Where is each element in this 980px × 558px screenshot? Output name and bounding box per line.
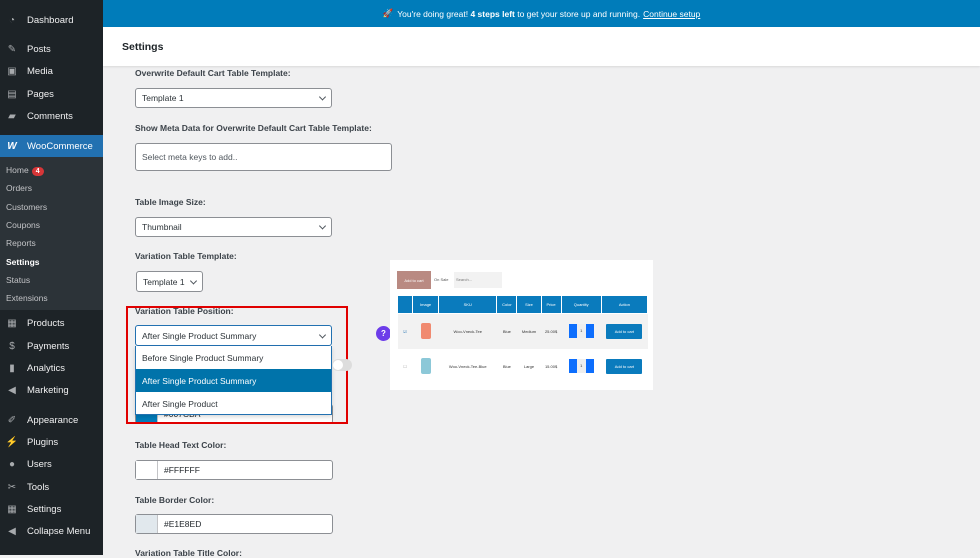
variation-template-label: Variation Table Template: — [135, 251, 237, 261]
help-icon[interactable]: ? — [376, 326, 391, 341]
sidebar-item-label: Products — [27, 317, 65, 329]
title-color-label: Variation Table Title Color: — [135, 548, 242, 558]
products-icon: ▦ — [7, 317, 17, 329]
brush-icon: ✐ — [7, 414, 17, 426]
sidebar-item-label: Media — [27, 65, 53, 77]
notification-badge: 4 — [31, 167, 44, 176]
preview-on-sale: On Sale — [434, 277, 449, 282]
submenu-item-status[interactable]: Status — [6, 275, 30, 285]
border-label: Table Border Color: — [135, 495, 215, 505]
sidebar-item-products[interactable]: ▦ Products — [0, 312, 103, 334]
submenu-item-orders[interactable]: Orders — [6, 183, 32, 193]
woo-icon: W — [7, 140, 17, 152]
sidebar-item-label: Plugins — [27, 436, 59, 448]
analytics-icon: ▮ — [9, 362, 15, 374]
setup-notice: 🚀 You're doing great! 4 steps left to ge… — [103, 0, 980, 27]
pages-icon: ▤ — [7, 88, 17, 100]
sidebar-item-marketing[interactable]: ◀ Marketing — [0, 379, 103, 401]
submenu-item-coupons[interactable]: Coupons — [6, 220, 40, 230]
border-color-field[interactable]: #E1E8ED — [135, 514, 333, 534]
meta-label: Show Meta Data for Overwrite Default Car… — [135, 123, 372, 133]
sidebar-item-plugins[interactable]: ⚡ Plugins — [0, 431, 103, 453]
page-title: Settings — [103, 27, 980, 66]
color-swatch[interactable] — [136, 461, 158, 479]
head-text-label: Table Head Text Color: — [135, 440, 227, 450]
sidebar-item-comments[interactable]: ▰ Comments — [0, 105, 103, 127]
submenu-item-extensions[interactable]: Extensions — [6, 293, 48, 303]
sidebar-item-label: Marketing — [27, 384, 69, 396]
comment-icon: ▰ — [8, 110, 16, 122]
megaphone-icon: ◀ — [8, 384, 16, 396]
admin-sidebar: ◔ Dashboard ✎ Posts ▣ Media ▤ Pages ▰ Comments W Wo… — [0, 0, 103, 555]
user-icon: ● — [8, 458, 16, 470]
sidebar-item-label: Settings — [27, 503, 62, 515]
payments-icon: $ — [9, 340, 15, 352]
sidebar-item-payments[interactable]: $ Payments — [0, 335, 103, 357]
continue-setup-link[interactable]: Continue setup — [643, 9, 700, 19]
collapse-icon: ◀ — [8, 525, 16, 537]
chevron-down-icon — [189, 276, 198, 285]
preview-row: ☐ Woo-Vneck-Tee-Blue Blue Large 15.00$ 1… — [398, 349, 648, 384]
sidebar-item-label: Comments — [27, 110, 73, 122]
preview-table: Image SKU Color Size Price Quantity Acti… — [396, 295, 649, 384]
sidebar-item-label: Posts — [27, 43, 51, 55]
sidebar-item-media[interactable]: ▣ Media — [0, 60, 103, 82]
sidebar-item-label: Users — [27, 458, 52, 470]
dashboard-icon: ◔ — [8, 14, 16, 26]
sidebar-item-label: WooCommerce — [27, 140, 93, 152]
plugin-icon: ⚡ — [5, 436, 19, 448]
table-preview: Add to cart On Sale Search... Image SKU … — [390, 260, 653, 390]
sidebar-item-tools[interactable]: ✂ Tools — [0, 476, 103, 498]
wrench-icon: ✂ — [7, 481, 17, 493]
toggle-switch[interactable] — [332, 359, 352, 371]
preview-row: ☑ Woo-Vneck-Tee Blue Medium 25.00$ 1 Add… — [397, 313, 648, 349]
submenu-item-customers[interactable]: Customers — [6, 202, 47, 212]
submenu-item-home[interactable]: Home 4 — [6, 165, 44, 176]
sidebar-item-dashboard[interactable]: ◔ Dashboard — [0, 9, 103, 31]
submenu-item-settings[interactable]: Settings — [6, 257, 40, 267]
sidebar-item-label: Tools — [27, 481, 50, 493]
woocommerce-submenu — [0, 156, 103, 310]
sidebar-item-posts[interactable]: ✎ Posts — [0, 38, 103, 60]
sidebar-item-analytics[interactable]: ▮ Analytics — [0, 357, 103, 379]
sidebar-item-collapse-menu[interactable]: ◀ Collapse Menu — [0, 520, 103, 542]
shirt-image — [420, 322, 431, 339]
shirt-image — [420, 357, 431, 374]
sidebar-item-label: Payments — [27, 340, 70, 352]
sidebar-item-appearance[interactable]: ✐ Appearance — [0, 409, 103, 431]
image-size-label: Table Image Size: — [135, 197, 206, 207]
submenu-item-reports[interactable]: Reports — [6, 238, 36, 248]
pin-icon: ✎ — [7, 43, 17, 55]
sidebar-item-woocommerce[interactable]: W WooCommerce — [0, 135, 103, 157]
meta-keys-input[interactable]: Select meta keys to add.. — [135, 143, 392, 171]
sidebar-item-label: Collapse Menu — [27, 525, 91, 537]
preview-add-to-cart: Add to cart — [397, 271, 431, 289]
chevron-down-icon — [318, 93, 327, 101]
chevron-down-icon — [318, 222, 327, 230]
sidebar-item-label: Pages — [27, 88, 54, 100]
preview-search: Search... — [454, 272, 502, 288]
highlight-box — [126, 306, 348, 424]
sidebar-item-label: Appearance — [27, 414, 79, 426]
sidebar-item-pages[interactable]: ▤ Pages — [0, 83, 103, 105]
head-text-color-field[interactable]: #FFFFFF — [135, 460, 333, 480]
cart-template-select[interactable]: Template 1 — [135, 88, 332, 108]
rocket-icon: 🚀 — [382, 8, 394, 18]
sidebar-item-label: Analytics — [27, 362, 66, 374]
cart-template-label: Overwrite Default Cart Table Template: — [135, 68, 291, 78]
color-swatch[interactable] — [136, 515, 158, 533]
media-icon: ▣ — [7, 65, 17, 77]
sidebar-item-users[interactable]: ● Users — [0, 453, 103, 475]
settings-icon: ▦ — [7, 503, 17, 515]
sidebar-item-label: Dashboard — [27, 14, 74, 26]
variation-template-select[interactable]: Template 1 — [136, 271, 203, 292]
image-size-select[interactable]: Thumbnail — [135, 217, 332, 237]
sidebar-item-settings[interactable]: ▦ Settings — [0, 498, 103, 520]
